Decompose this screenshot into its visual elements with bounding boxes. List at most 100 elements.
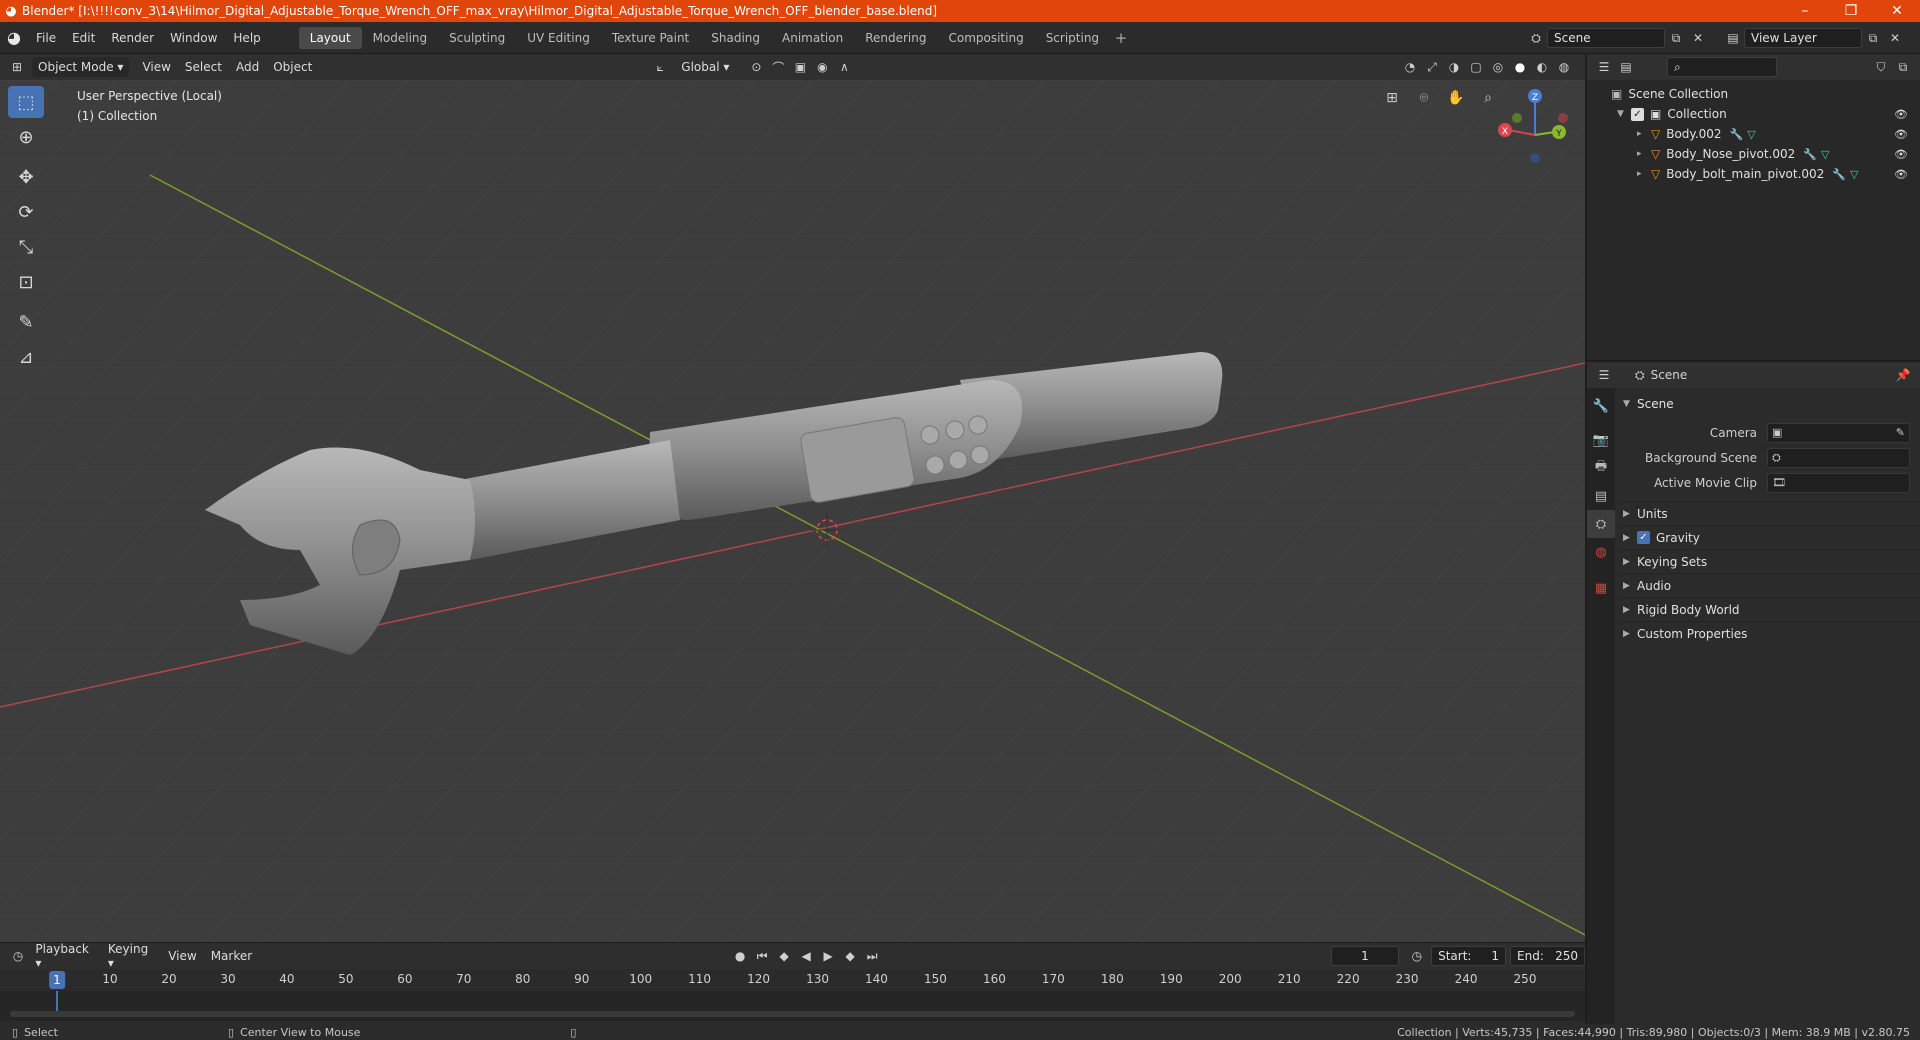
select-box-tool-icon[interactable]: ⬚ bbox=[8, 86, 44, 118]
tab-scripting[interactable]: Scripting bbox=[1035, 27, 1110, 49]
tab-modeling[interactable]: Modeling bbox=[362, 27, 439, 49]
next-keyframe-icon[interactable]: ◆ bbox=[839, 946, 861, 966]
movie-clip-field[interactable]: 🎞 bbox=[1767, 472, 1910, 493]
tab-layout[interactable]: Layout bbox=[298, 26, 362, 49]
cursor-tool-icon[interactable]: ⊕ bbox=[8, 121, 44, 153]
pan-hand-icon[interactable]: ✋ bbox=[1444, 86, 1468, 110]
mesh-data-icon[interactable]: ▽ bbox=[1821, 148, 1829, 161]
editor-type-icon[interactable]: ⊞ bbox=[6, 57, 28, 77]
end-frame-field[interactable]: End: 250 bbox=[1510, 946, 1586, 966]
snap-icon[interactable]: ⌒ bbox=[767, 57, 789, 77]
menu-edit[interactable]: Edit bbox=[64, 22, 103, 54]
expand-collection-icon[interactable]: ▼ bbox=[1617, 109, 1631, 119]
tab-render-icon[interactable]: 📷 bbox=[1587, 426, 1615, 454]
scale-tool-icon[interactable]: ⤡ bbox=[8, 231, 44, 263]
menu-help[interactable]: Help bbox=[225, 22, 268, 54]
rendered-shading-icon[interactable]: ◍ bbox=[1553, 57, 1575, 77]
new-view-layer-icon[interactable]: ⧉ bbox=[1862, 28, 1884, 48]
eyedropper-icon[interactable]: ✎ bbox=[1896, 426, 1905, 439]
tab-world-icon[interactable]: ◍ bbox=[1587, 538, 1615, 566]
gravity-panel[interactable]: ▶ ✓ Gravity bbox=[1619, 525, 1920, 549]
expand-object-icon[interactable]: ▸ bbox=[1637, 149, 1651, 159]
tab-view-layer-icon[interactable]: ▤ bbox=[1587, 482, 1615, 510]
keying-sets-panel[interactable]: ▶ Keying Sets bbox=[1619, 549, 1920, 573]
move-tool-icon[interactable]: ✥ bbox=[8, 161, 44, 193]
outliner-editor-icon[interactable]: ☰ bbox=[1593, 57, 1615, 77]
scene-icon[interactable]: ⛭ bbox=[1525, 28, 1547, 48]
3d-viewport[interactable]: Z X Y User Perspective (Local) (1) Colle… bbox=[0, 80, 1585, 942]
proportional-edit-icon[interactable]: ◉ bbox=[811, 57, 833, 77]
display-mode-icon[interactable]: ▤ bbox=[1615, 57, 1637, 77]
timeline-menu-marker[interactable]: Marker bbox=[204, 949, 259, 963]
expand-object-icon[interactable]: ▸ bbox=[1637, 169, 1651, 179]
material-shading-icon[interactable]: ◐ bbox=[1531, 57, 1553, 77]
wireframe-shading-icon[interactable]: ◎ bbox=[1487, 57, 1509, 77]
viewport-menu-object[interactable]: Object bbox=[266, 60, 319, 74]
timeline-menu-playback[interactable]: Playback ▾ bbox=[28, 942, 101, 970]
collection-visibility-icon[interactable]: 👁 bbox=[1894, 108, 1908, 121]
jump-end-icon[interactable]: ⏭ bbox=[861, 946, 883, 966]
timeline-editor-icon[interactable]: ◷ bbox=[8, 946, 28, 966]
tab-shading[interactable]: Shading bbox=[700, 27, 771, 49]
tab-texture-icon[interactable]: ▦ bbox=[1587, 574, 1615, 602]
camera-view-icon[interactable]: ⌾ bbox=[1412, 86, 1436, 110]
frame-ruler[interactable]: 1 10 20 30 40 50 60 70 80 90 100 110 120 130 140 150 160… bbox=[0, 969, 1585, 991]
mode-dropdown[interactable]: Object Mode ▾ bbox=[32, 57, 130, 77]
object-visibility-icon[interactable]: 👁 bbox=[1894, 168, 1908, 181]
background-scene-field[interactable]: ⛭ bbox=[1767, 447, 1910, 468]
view-layer-icon[interactable]: ▤ bbox=[1722, 28, 1744, 48]
timeline-menu-keying[interactable]: Keying ▾ bbox=[101, 942, 161, 970]
solid-shading-icon[interactable]: ● bbox=[1509, 57, 1531, 77]
pivot-icon[interactable]: ⊙ bbox=[745, 57, 767, 77]
current-frame-field[interactable]: 1 bbox=[1331, 946, 1399, 966]
tab-compositing[interactable]: Compositing bbox=[937, 27, 1034, 49]
outliner-object-row[interactable]: ▸ ▽ Body_Nose_pivot.002 🔧 ▽ 👁 bbox=[1587, 144, 1920, 164]
new-collection-icon[interactable]: ⧉ bbox=[1892, 57, 1914, 77]
camera-field[interactable]: ▣ ✎ bbox=[1767, 422, 1910, 443]
outliner-collection[interactable]: ▼ ✓ ▣ Collection 👁 bbox=[1587, 104, 1920, 124]
mesh-data-icon[interactable]: ▽ bbox=[1747, 128, 1755, 141]
start-frame-field[interactable]: Start: 1 bbox=[1431, 946, 1507, 966]
tab-sculpting[interactable]: Sculpting bbox=[438, 27, 516, 49]
outliner-object-row[interactable]: ▸ ▽ Body_bolt_main_pivot.002 🔧 ▽ 👁 bbox=[1587, 164, 1920, 184]
tab-scene-icon[interactable]: ⛭ bbox=[1587, 510, 1615, 538]
overlay-toggle-icon[interactable]: ◑ bbox=[1443, 57, 1465, 77]
close-button[interactable]: ✕ bbox=[1874, 0, 1920, 22]
gizmo-toggle-icon[interactable]: ⤢ bbox=[1421, 57, 1443, 77]
transform-tool-icon[interactable]: ⊡ bbox=[8, 266, 44, 298]
view-layer-field[interactable]: View Layer bbox=[1744, 28, 1862, 48]
new-scene-icon[interactable]: ⧉ bbox=[1665, 28, 1687, 48]
menu-window[interactable]: Window bbox=[162, 22, 225, 54]
timeline-scrollbar[interactable] bbox=[10, 1011, 1575, 1017]
tab-tool-icon[interactable]: 🔧 bbox=[1587, 392, 1615, 420]
properties-editor-icon[interactable]: ☰ bbox=[1593, 365, 1615, 385]
scene-name-field[interactable]: Scene bbox=[1547, 28, 1665, 48]
viewport-menu-select[interactable]: Select bbox=[178, 60, 229, 74]
grid-view-icon[interactable]: ⊞ bbox=[1380, 86, 1404, 110]
tab-animation[interactable]: Animation bbox=[771, 27, 854, 49]
annotate-tool-icon[interactable]: ✎ bbox=[8, 306, 44, 338]
maximize-button[interactable]: ❐ bbox=[1828, 0, 1874, 22]
visibility-icon[interactable]: ◔ bbox=[1399, 57, 1421, 77]
preview-range-icon[interactable]: ◷ bbox=[1407, 946, 1427, 966]
outliner-object-row[interactable]: ▸ ▽ Body.002 🔧 ▽ 👁 bbox=[1587, 124, 1920, 144]
add-workspace-button[interactable]: + bbox=[1110, 29, 1132, 47]
play-icon[interactable]: ▶ bbox=[817, 946, 839, 966]
units-panel[interactable]: ▶ Units bbox=[1619, 501, 1920, 525]
delete-view-layer-icon[interactable]: ✕ bbox=[1884, 28, 1906, 48]
menu-file[interactable]: File bbox=[28, 22, 64, 54]
modifier-icon[interactable]: 🔧 bbox=[1803, 148, 1817, 161]
collection-checkbox[interactable]: ✓ bbox=[1631, 107, 1644, 121]
viewport-menu-add[interactable]: Add bbox=[229, 60, 266, 74]
falloff-icon[interactable]: ∧ bbox=[833, 57, 855, 77]
rigid-body-world-panel[interactable]: ▶ Rigid Body World bbox=[1619, 597, 1920, 621]
pin-icon[interactable]: 📌 bbox=[1892, 365, 1914, 385]
outliner-scene-collection[interactable]: ▣ Scene Collection bbox=[1587, 84, 1920, 104]
record-icon[interactable]: ● bbox=[729, 946, 751, 966]
menu-render[interactable]: Render bbox=[103, 22, 162, 54]
orientation-dropdown[interactable]: Global ▾ bbox=[675, 57, 736, 77]
tab-output-icon[interactable]: 🖶 bbox=[1587, 454, 1615, 482]
custom-properties-panel[interactable]: ▶ Custom Properties bbox=[1619, 621, 1920, 645]
scene-panel-header[interactable]: ▼ Scene bbox=[1619, 392, 1920, 416]
delete-scene-icon[interactable]: ✕ bbox=[1687, 28, 1709, 48]
